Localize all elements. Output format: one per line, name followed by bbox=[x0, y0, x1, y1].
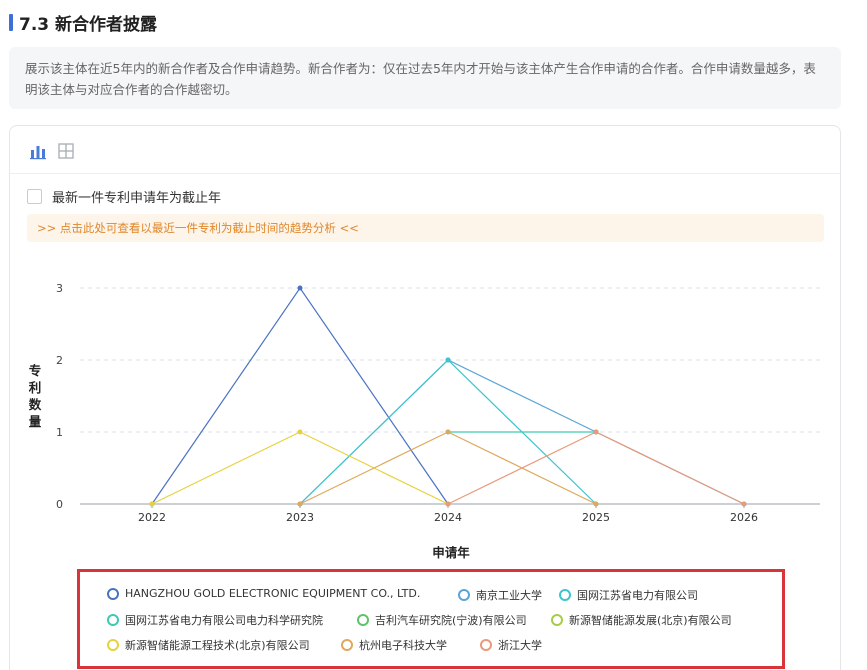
x-tick-label: 2025 bbox=[582, 511, 610, 524]
legend-marker-icon bbox=[357, 614, 369, 626]
y-tick-label: 1 bbox=[56, 426, 63, 439]
data-point[interactable] bbox=[445, 429, 451, 435]
y-tick-label: 2 bbox=[56, 354, 63, 367]
series-line bbox=[151, 431, 449, 505]
legend-item[interactable]: 国网江苏省电力有限公司电力科学研究院 bbox=[107, 612, 323, 628]
legend-item[interactable]: 浙江大学 bbox=[480, 637, 542, 653]
y-axis-title-char: 数 bbox=[28, 397, 42, 412]
series-7 bbox=[297, 429, 599, 507]
chart-legend: HANGZHOU GOLD ELECTRONIC EQUIPMENT CO., … bbox=[77, 569, 785, 669]
y-axis-title-char: 量 bbox=[29, 414, 42, 429]
legend-label: 杭州电子科技大学 bbox=[359, 639, 447, 652]
chart-series bbox=[149, 285, 747, 507]
legend-item[interactable]: 新源智储能源工程技术(北京)有限公司 bbox=[107, 637, 310, 653]
data-point[interactable] bbox=[297, 285, 303, 291]
series-0 bbox=[149, 285, 451, 507]
data-point[interactable] bbox=[593, 501, 599, 507]
series-line bbox=[299, 431, 597, 505]
series-line bbox=[151, 286, 449, 505]
legend-label: HANGZHOU GOLD ELECTRONIC EQUIPMENT CO., … bbox=[125, 587, 421, 600]
y-axis-title: 专利数量 bbox=[28, 363, 42, 429]
legend-marker-icon bbox=[107, 587, 119, 600]
y-tick-label: 3 bbox=[56, 282, 63, 295]
legend-item[interactable]: 杭州电子科技大学 bbox=[341, 637, 447, 653]
x-tick-label: 2022 bbox=[138, 511, 166, 524]
legend-marker-icon bbox=[107, 614, 119, 626]
x-tick-label: 2023 bbox=[286, 511, 314, 524]
data-point[interactable] bbox=[593, 429, 599, 435]
data-point[interactable] bbox=[297, 429, 303, 435]
data-point[interactable] bbox=[297, 501, 303, 507]
legend-marker-icon bbox=[107, 639, 119, 651]
legend-item[interactable]: 南京工业大学 bbox=[458, 587, 542, 603]
legend-label: 浙江大学 bbox=[498, 639, 542, 652]
legend-label: 新源智储能源发展(北京)有限公司 bbox=[569, 614, 732, 627]
legend-marker-icon bbox=[559, 589, 571, 601]
series-3 bbox=[445, 429, 599, 435]
data-point[interactable] bbox=[445, 501, 451, 507]
legend-item[interactable]: 新源智储能源发展(北京)有限公司 bbox=[551, 612, 732, 628]
y-tick-label: 0 bbox=[56, 498, 63, 511]
series-line bbox=[447, 431, 745, 505]
x-axis-title: 申请年 bbox=[432, 545, 470, 560]
legend-marker-icon bbox=[551, 614, 563, 626]
legend-marker-icon bbox=[458, 589, 470, 601]
legend-label: 新源智储能源工程技术(北京)有限公司 bbox=[125, 639, 310, 652]
series-8 bbox=[445, 429, 747, 507]
y-axis-title-char: 专 bbox=[29, 363, 42, 378]
x-tick-label: 2026 bbox=[730, 511, 758, 524]
y-axis-title-char: 利 bbox=[29, 380, 42, 395]
legend-item[interactable]: HANGZHOU GOLD ELECTRONIC EQUIPMENT CO., … bbox=[107, 587, 420, 600]
data-point[interactable] bbox=[741, 501, 747, 507]
legend-label: 国网江苏省电力有限公司电力科学研究院 bbox=[125, 614, 323, 627]
legend-label: 南京工业大学 bbox=[476, 589, 542, 602]
legend-item[interactable]: 国网江苏省电力有限公司 bbox=[559, 587, 698, 603]
legend-marker-icon bbox=[341, 639, 353, 651]
legend-marker-icon bbox=[480, 639, 492, 651]
data-point[interactable] bbox=[149, 501, 155, 507]
data-point[interactable] bbox=[445, 357, 451, 363]
legend-label: 国网江苏省电力有限公司 bbox=[577, 589, 698, 602]
x-tick-label: 2024 bbox=[434, 511, 462, 524]
chart-axes: 0 1 2 3 2022 2023 2024 2025 2026 bbox=[56, 282, 820, 524]
legend-label: 吉利汽车研究院(宁波)有限公司 bbox=[375, 614, 527, 627]
legend-item[interactable]: 吉利汽车研究院(宁波)有限公司 bbox=[357, 612, 527, 628]
